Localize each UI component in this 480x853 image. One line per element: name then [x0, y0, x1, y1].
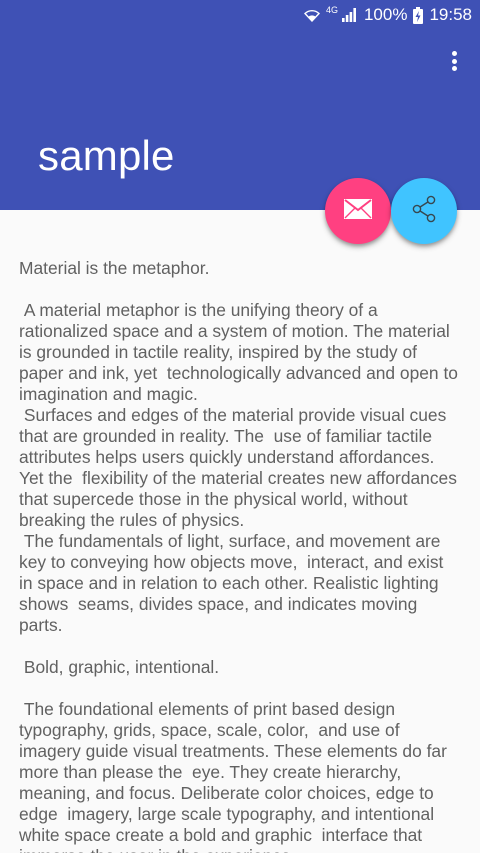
toolbar-title: sample	[38, 132, 175, 179]
more-vert-icon[interactable]	[442, 48, 466, 74]
share-icon	[409, 194, 439, 229]
clock-label: 19:58	[429, 5, 472, 24]
status-bar: 4G 100% 19:58	[0, 0, 480, 30]
article-body-text: Material is the metaphor. A material met…	[19, 258, 458, 853]
app-bar: 4G 100% 19:58 sample	[0, 0, 480, 210]
overflow-dot	[451, 51, 457, 56]
cell-signal-icon	[341, 8, 358, 22]
overflow-dot	[451, 58, 457, 64]
email-fab-button[interactable]	[325, 178, 391, 244]
mail-icon	[344, 198, 372, 224]
network-type-label: 4G	[325, 5, 338, 15]
overflow-dot	[451, 66, 457, 71]
share-fab-button[interactable]	[391, 178, 457, 244]
wifi-icon	[303, 8, 320, 22]
battery-charging-icon	[413, 6, 424, 24]
battery-level-label: 100%	[363, 5, 408, 24]
